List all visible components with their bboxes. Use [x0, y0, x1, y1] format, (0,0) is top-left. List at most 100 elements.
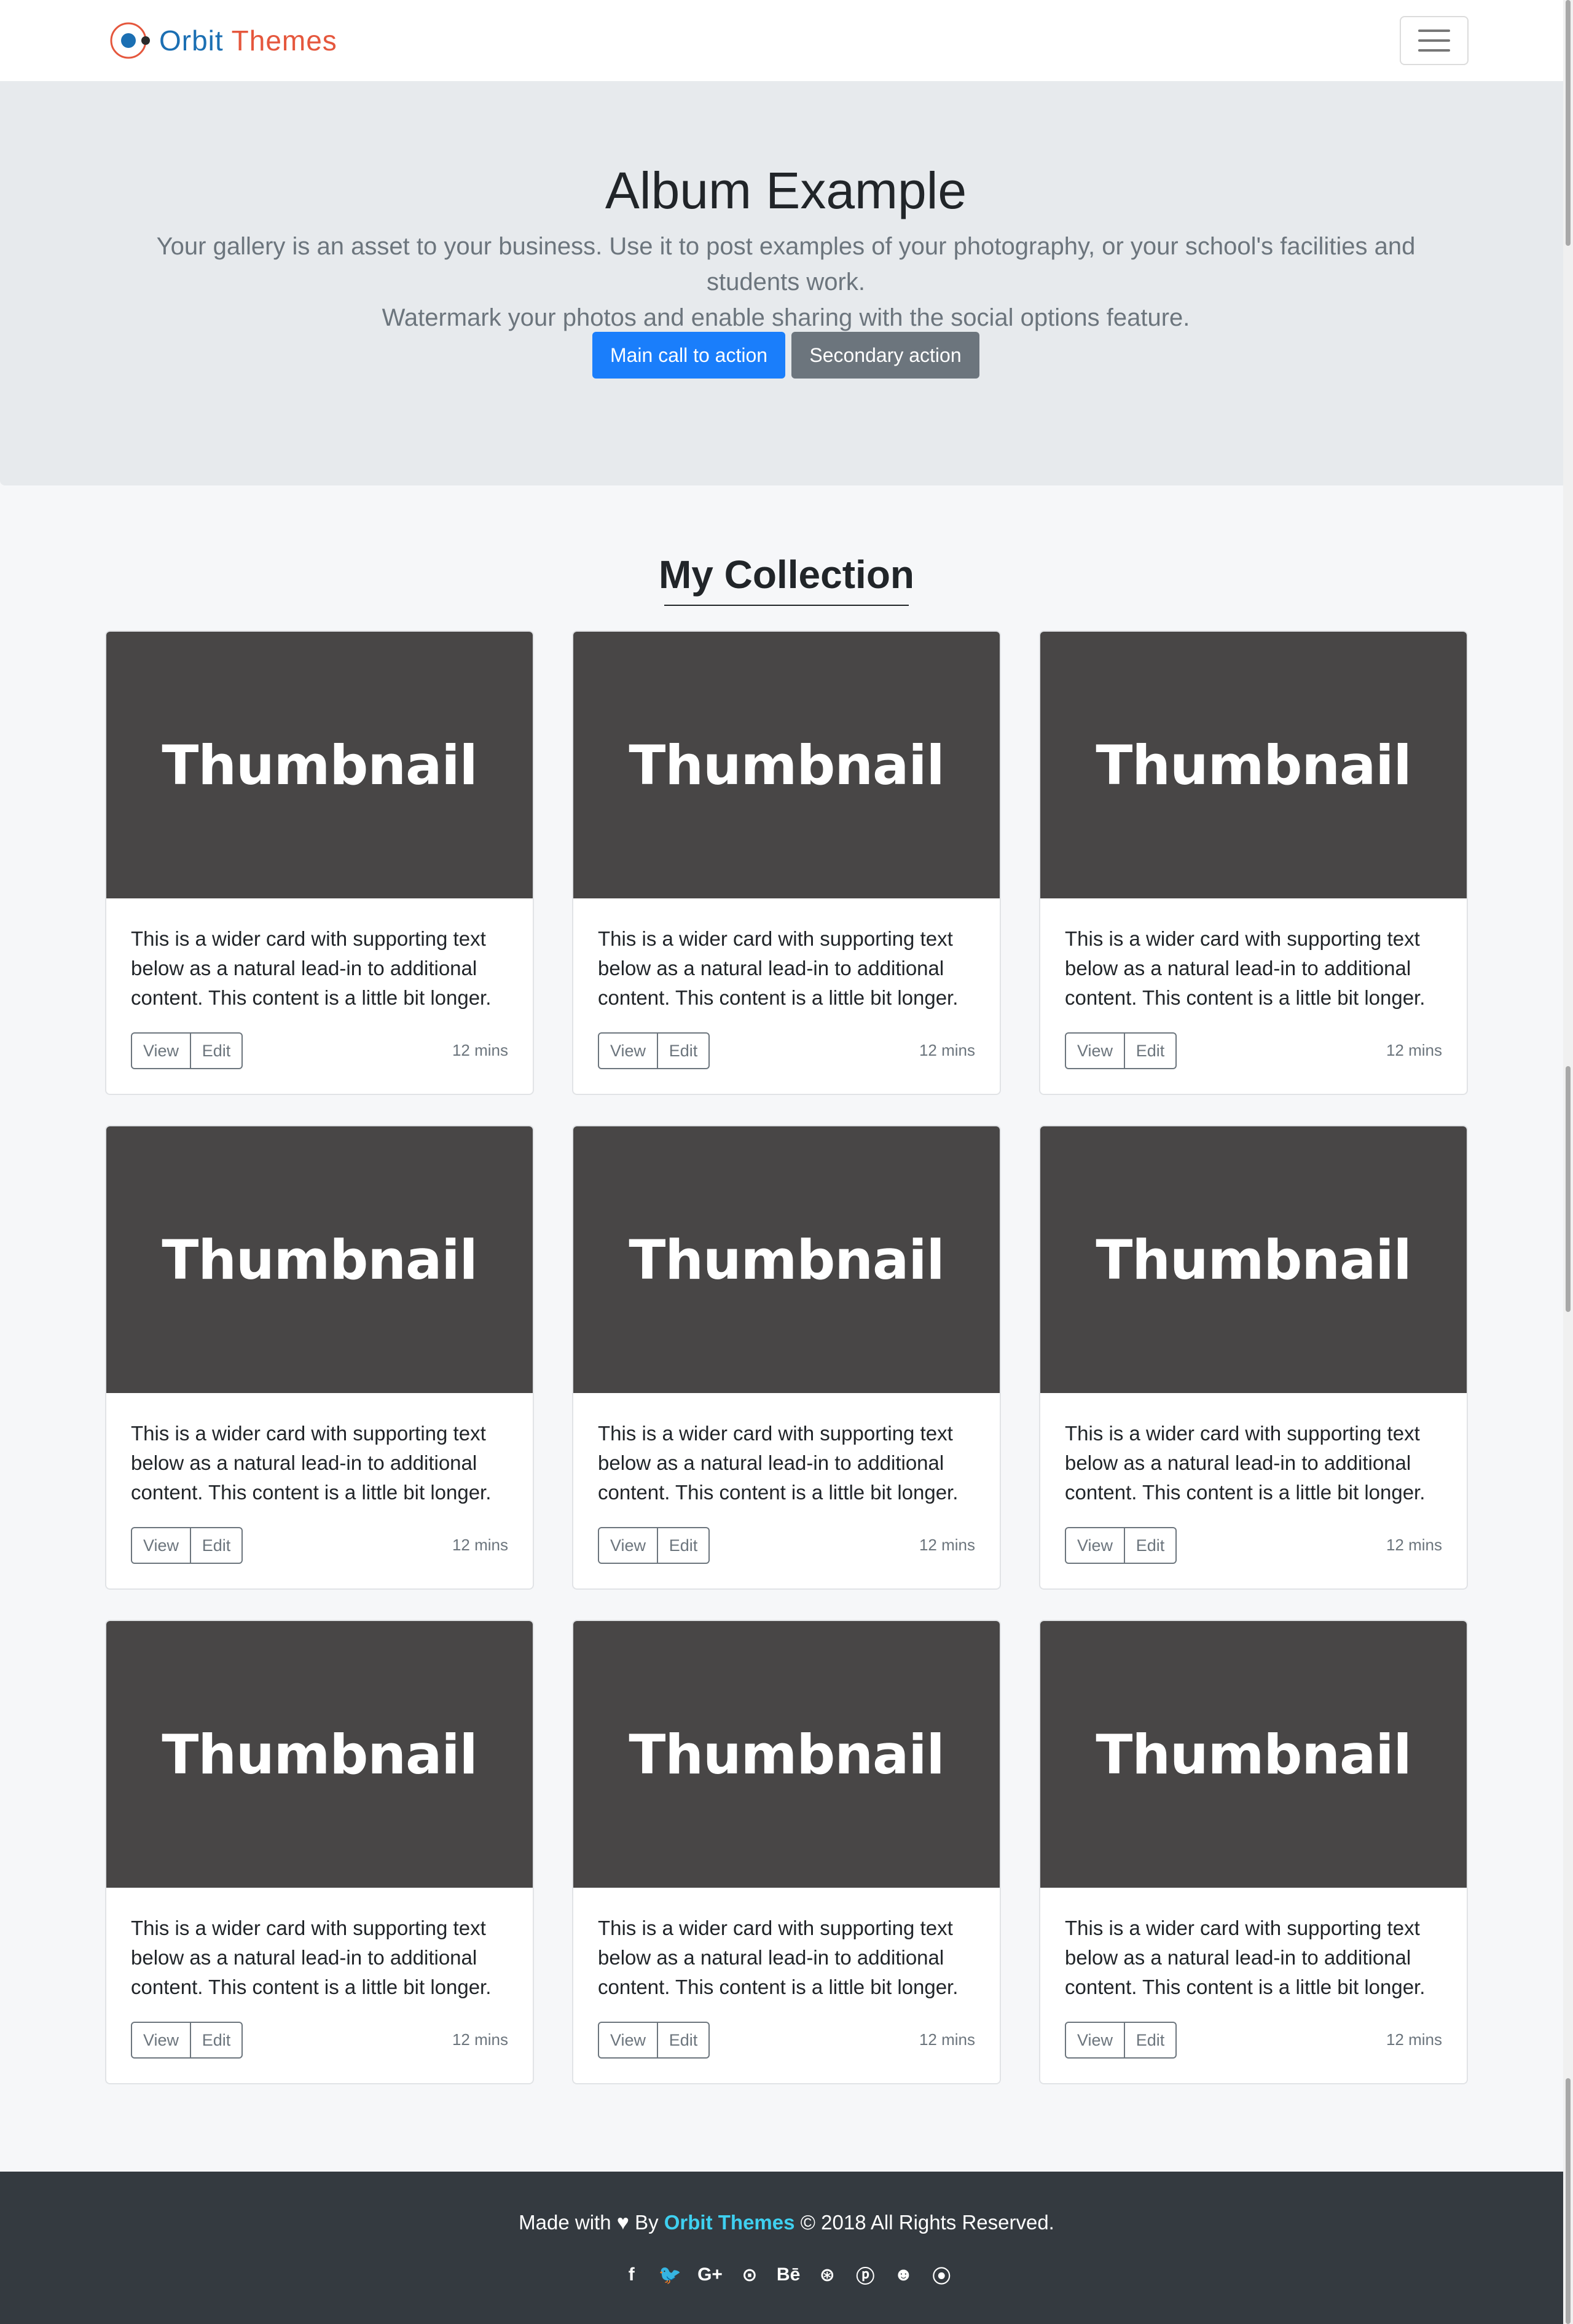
social-links: f 🐦 G+ ⊙ Bē ⊛ ⓟ ☻ ⦿: [0, 2261, 1573, 2288]
brand-name: Orbit Themes: [159, 24, 337, 57]
hero-lead: Your gallery is an asset to your busines…: [123, 229, 1449, 336]
twitter-icon[interactable]: 🐦: [659, 2261, 681, 2288]
collection-title-underline: [664, 605, 909, 606]
footer-credits: Made with ♥ By Orbit Themes © 2018 All R…: [0, 2211, 1573, 2235]
card-thumbnail: Thumbnail: [1040, 1126, 1467, 1393]
footer: Made with ♥ By Orbit Themes © 2018 All R…: [0, 2172, 1573, 2324]
edit-button[interactable]: Edit: [190, 2022, 243, 2059]
card-text: This is a wider card with supporting tex…: [1065, 1422, 1426, 1504]
brand-logo-link[interactable]: Orbit Themes: [108, 17, 337, 64]
hero-title: Album Example: [605, 162, 967, 219]
hamburger-menu-icon-line: [1418, 49, 1450, 52]
album-card: Thumbnail This is a wider card with suppo…: [1039, 630, 1468, 1095]
card-time: 12 mins: [1386, 1041, 1442, 1059]
card-button-group: View Edit: [131, 1527, 243, 1564]
collection-title: My Collection: [658, 552, 915, 597]
card-button-group: View Edit: [598, 2022, 710, 2059]
card-time: 12 mins: [919, 1041, 975, 1059]
card-text: This is a wider card with supporting tex…: [598, 1917, 959, 1998]
hamburger-menu-icon: [1418, 29, 1450, 32]
dribbble-icon[interactable]: ⊛: [816, 2261, 838, 2288]
card-time: 12 mins: [452, 1041, 508, 1059]
rss-icon[interactable]: ⦿: [930, 2261, 952, 2288]
card-text: This is a wider card with supporting tex…: [131, 1422, 492, 1504]
edit-button[interactable]: Edit: [657, 2022, 710, 2059]
thumbnail-label: Thumbnail: [629, 1228, 944, 1292]
secondary-action-button[interactable]: Secondary action: [791, 332, 979, 379]
card-time: 12 mins: [919, 2030, 975, 2049]
navbar-toggler-button[interactable]: [1400, 16, 1469, 65]
card-thumbnail: Thumbnail: [573, 1621, 1000, 1888]
card-button-group: View Edit: [1065, 2022, 1177, 2059]
card-time: 12 mins: [452, 2030, 508, 2049]
edit-button[interactable]: Edit: [1124, 1527, 1177, 1564]
card-thumbnail: Thumbnail: [1040, 632, 1467, 898]
view-button[interactable]: View: [1065, 1032, 1125, 1069]
view-button[interactable]: View: [131, 1527, 191, 1564]
scrollbar-thumb[interactable]: [1566, 0, 1571, 246]
brand-word-themes: Themes: [231, 25, 337, 57]
card-thumbnail: Thumbnail: [106, 1621, 533, 1888]
card-button-group: View Edit: [598, 1032, 710, 1069]
card-text: This is a wider card with supporting tex…: [131, 927, 492, 1009]
card-thumbnail: Thumbnail: [573, 1126, 1000, 1393]
card-time: 12 mins: [1386, 1536, 1442, 1554]
card-button-group: View Edit: [1065, 1527, 1177, 1564]
card-button-group: View Edit: [598, 1527, 710, 1564]
edit-button[interactable]: Edit: [1124, 2022, 1177, 2059]
card-button-group: View Edit: [1065, 1032, 1177, 1069]
card-time: 12 mins: [452, 1536, 508, 1554]
card-thumbnail: Thumbnail: [106, 632, 533, 898]
album-card: Thumbnail This is a wider card with suppo…: [105, 630, 534, 1095]
card-button-group: View Edit: [131, 1032, 243, 1069]
album-card: Thumbnail This is a wider card with suppo…: [572, 1125, 1001, 1590]
footer-brand-link[interactable]: Orbit Themes: [664, 2211, 795, 2234]
hero-lead-line-2: Watermark your photos and enable sharing…: [382, 304, 1190, 331]
album-card: Thumbnail This is a wider card with suppo…: [105, 1125, 534, 1590]
footer-by: By: [635, 2211, 659, 2234]
brand-word-orbit: Orbit: [159, 25, 224, 57]
thumbnail-label: Thumbnail: [629, 1722, 944, 1786]
view-button[interactable]: View: [598, 1032, 658, 1069]
view-button[interactable]: View: [1065, 1527, 1125, 1564]
edit-button[interactable]: Edit: [190, 1527, 243, 1564]
album-card: Thumbnail This is a wider card with suppo…: [1039, 1125, 1468, 1590]
page-scrollbar[interactable]: [1563, 0, 1573, 2324]
footer-rights: © 2018 All Rights Reserved.: [800, 2211, 1054, 2234]
thumbnail-label: Thumbnail: [629, 733, 944, 797]
card-thumbnail: Thumbnail: [573, 632, 1000, 898]
heart-icon: ♥: [616, 2211, 629, 2234]
behance-icon[interactable]: Bē: [777, 2261, 800, 2288]
hero-jumbotron: Album Example Your gallery is an asset t…: [0, 81, 1572, 485]
hamburger-menu-icon-line: [1418, 39, 1450, 42]
footer-made-with: Made with: [519, 2211, 611, 2234]
main-call-to-action-button[interactable]: Main call to action: [592, 332, 785, 379]
card-thumbnail: Thumbnail: [1040, 1621, 1467, 1888]
card-thumbnail: Thumbnail: [106, 1126, 533, 1393]
view-button[interactable]: View: [131, 2022, 191, 2059]
thumbnail-label: Thumbnail: [1096, 1722, 1411, 1786]
view-button[interactable]: View: [131, 1032, 191, 1069]
view-button[interactable]: View: [598, 2022, 658, 2059]
google-plus-icon[interactable]: G+: [697, 2261, 723, 2288]
album-card: Thumbnail This is a wider card with suppo…: [105, 1620, 534, 2084]
edit-button[interactable]: Edit: [1124, 1032, 1177, 1069]
album-card: Thumbnail This is a wider card with suppo…: [572, 1620, 1001, 2084]
card-text: This is a wider card with supporting tex…: [1065, 927, 1426, 1009]
facebook-icon[interactable]: f: [621, 2261, 643, 2288]
view-button[interactable]: View: [598, 1527, 658, 1564]
card-text: This is a wider card with supporting tex…: [598, 1422, 959, 1504]
github-icon[interactable]: ⊙: [739, 2261, 761, 2288]
scrollbar-thumb[interactable]: [1566, 2078, 1571, 2324]
pinterest-icon[interactable]: ⓟ: [854, 2261, 876, 2288]
edit-button[interactable]: Edit: [657, 1527, 710, 1564]
edit-button[interactable]: Edit: [657, 1032, 710, 1069]
edit-button[interactable]: Edit: [190, 1032, 243, 1069]
scrollbar-thumb[interactable]: [1566, 1066, 1571, 1312]
view-button[interactable]: View: [1065, 2022, 1125, 2059]
thumbnail-label: Thumbnail: [162, 1228, 477, 1292]
thumbnail-label: Thumbnail: [162, 733, 477, 797]
card-time: 12 mins: [1386, 2030, 1442, 2049]
reddit-icon[interactable]: ☻: [892, 2261, 914, 2288]
thumbnail-label: Thumbnail: [1096, 1228, 1411, 1292]
